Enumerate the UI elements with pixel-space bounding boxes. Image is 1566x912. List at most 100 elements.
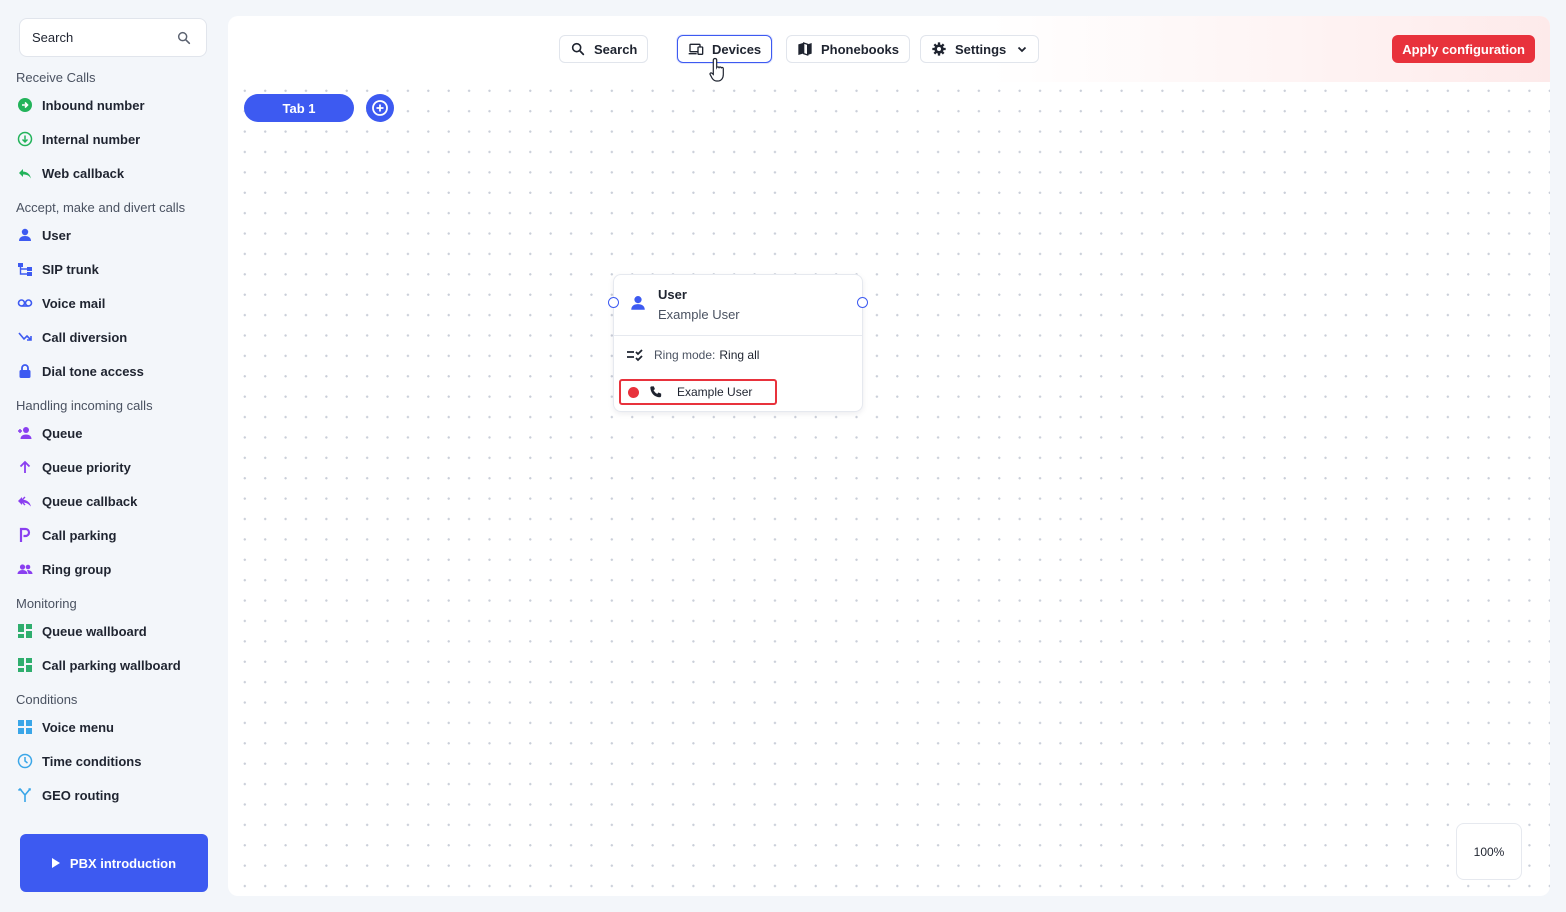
sidebar-item-label: Internal number xyxy=(42,131,141,147)
sidebar-item-label: Call parking wallboard xyxy=(42,657,181,673)
chevron-down-icon xyxy=(1018,46,1027,53)
sidebar-item-label: Queue priority xyxy=(42,459,131,475)
sidebar-item-user[interactable]: User xyxy=(0,218,226,252)
sidebar: Receive Calls Inbound number Internal nu… xyxy=(0,0,226,912)
sidebar-search[interactable] xyxy=(19,18,207,57)
section-title-accept-calls: Accept, make and divert calls xyxy=(16,200,186,215)
sidebar-search-input[interactable] xyxy=(32,30,172,45)
sidebar-item-label: Voice mail xyxy=(42,295,106,311)
search-icon xyxy=(571,42,585,56)
sidebar-item-label: SIP trunk xyxy=(42,261,99,277)
call-diversion-icon xyxy=(16,328,34,346)
sidebar-item-call-diversion[interactable]: Call diversion xyxy=(0,320,226,354)
sidebar-item-label: Queue xyxy=(42,425,83,441)
sidebar-item-queue-wallboard[interactable]: Queue wallboard xyxy=(0,614,226,648)
main-panel: Search Devices Phonebooks Settings Apply… xyxy=(228,16,1550,896)
user-icon xyxy=(16,226,34,244)
sidebar-item-time-conditions[interactable]: Time conditions xyxy=(0,744,226,778)
sidebar-item-label: Ring group xyxy=(42,561,112,577)
flow-canvas[interactable] xyxy=(228,82,1550,896)
sidebar-item-label: Web callback xyxy=(42,165,125,181)
apply-configuration-button[interactable]: Apply configuration xyxy=(1392,35,1535,63)
voicemail-icon xyxy=(16,294,34,312)
sidebar-item-call-parking-wallboard[interactable]: Call parking wallboard xyxy=(0,648,226,682)
parking-icon xyxy=(16,526,34,544)
section-title-monitoring: Monitoring xyxy=(16,596,77,611)
sidebar-item-internal-number[interactable]: Internal number xyxy=(0,122,226,156)
settings-button-label: Settings xyxy=(955,41,1007,57)
wallboard-icon xyxy=(16,622,34,640)
web-callback-icon xyxy=(16,164,34,182)
wallboard-icon xyxy=(16,656,34,674)
node-type: User xyxy=(658,287,687,302)
sidebar-item-voice-menu[interactable]: Voice menu xyxy=(0,710,226,744)
sidebar-item-label: GEO routing xyxy=(42,787,120,803)
queue-callback-icon xyxy=(16,492,34,510)
inbound-number-icon xyxy=(16,96,34,114)
voice-menu-icon xyxy=(16,718,34,736)
section-title-handling-incoming: Handling incoming calls xyxy=(16,398,153,413)
search-icon[interactable] xyxy=(176,30,192,46)
devices-button-label: Devices xyxy=(712,41,762,57)
user-icon xyxy=(631,296,645,310)
sidebar-item-label: Voice menu xyxy=(42,719,115,735)
sidebar-item-label: Call parking xyxy=(42,527,117,543)
node-header: User Example User xyxy=(614,275,862,336)
geo-routing-icon xyxy=(16,786,34,804)
queue-icon xyxy=(16,424,34,442)
sidebar-item-web-callback[interactable]: Web callback xyxy=(0,156,226,190)
sidebar-item-queue[interactable]: Queue xyxy=(0,416,226,450)
plus-circle-icon xyxy=(372,100,388,116)
internal-number-icon xyxy=(16,130,34,148)
device-entry[interactable]: Example User xyxy=(619,379,777,405)
pbx-introduction-label: PBX introduction xyxy=(69,855,177,871)
play-icon xyxy=(51,858,60,868)
phonebook-icon xyxy=(798,42,812,56)
zoom-level[interactable]: 100% xyxy=(1456,823,1522,880)
sidebar-item-dial-tone-access[interactable]: Dial tone access xyxy=(0,354,226,388)
ring-group-icon xyxy=(16,560,34,578)
gear-icon xyxy=(932,42,946,56)
sidebar-item-ring-group[interactable]: Ring group xyxy=(0,552,226,586)
sidebar-menu: Receive Calls Inbound number Internal nu… xyxy=(0,68,226,812)
node-name: Example User xyxy=(658,307,740,322)
sidebar-item-label: Dial tone access xyxy=(42,363,144,379)
sidebar-item-label: Time conditions xyxy=(42,753,142,769)
sip-trunk-icon xyxy=(16,260,34,278)
ring-mode-label: Ring mode: xyxy=(654,348,716,362)
phone-icon xyxy=(650,386,662,398)
section-title-conditions: Conditions xyxy=(16,692,78,707)
device-label: Example User xyxy=(677,385,753,399)
sidebar-item-queue-callback[interactable]: Queue callback xyxy=(0,484,226,518)
add-tab-button[interactable] xyxy=(366,94,394,122)
sidebar-item-label: Call diversion xyxy=(42,329,128,345)
settings-dropdown[interactable]: Settings xyxy=(920,35,1040,63)
user-node[interactable]: User Example User Ring mode: Ring all Ex… xyxy=(608,274,868,412)
arrow-up-icon xyxy=(16,458,34,476)
sidebar-item-label: Queue callback xyxy=(42,493,138,509)
lock-icon xyxy=(16,362,34,380)
phonebooks-button[interactable]: Phonebooks xyxy=(786,35,911,63)
section-title-receive-calls: Receive Calls xyxy=(16,70,96,85)
sidebar-item-queue-priority[interactable]: Queue priority xyxy=(0,450,226,484)
sidebar-item-voice-mail[interactable]: Voice mail xyxy=(0,286,226,320)
sidebar-item-label: User xyxy=(42,227,71,243)
sidebar-item-inbound-number[interactable]: Inbound number xyxy=(0,88,226,122)
clock-icon xyxy=(16,752,34,770)
ring-mode-icon xyxy=(627,349,643,362)
search-button-label: Search xyxy=(594,41,638,57)
sidebar-item-sip-trunk[interactable]: SIP trunk xyxy=(0,252,226,286)
devices-icon xyxy=(688,43,704,55)
pointer-cursor-icon xyxy=(709,57,724,82)
tab-1[interactable]: Tab 1 xyxy=(244,94,354,122)
ring-mode-value: Ring all xyxy=(719,348,760,362)
ring-mode-row: Ring mode: Ring all xyxy=(626,348,759,362)
sidebar-item-call-parking[interactable]: Call parking xyxy=(0,518,226,552)
search-button[interactable]: Search xyxy=(559,35,649,63)
status-dot xyxy=(628,386,639,398)
sidebar-item-geo-routing[interactable]: GEO routing xyxy=(0,778,226,812)
sidebar-item-label: Queue wallboard xyxy=(42,623,147,639)
pbx-introduction-button[interactable]: PBX introduction xyxy=(20,834,208,892)
sidebar-item-label: Inbound number xyxy=(42,97,145,113)
phonebooks-button-label: Phonebooks xyxy=(821,41,900,57)
